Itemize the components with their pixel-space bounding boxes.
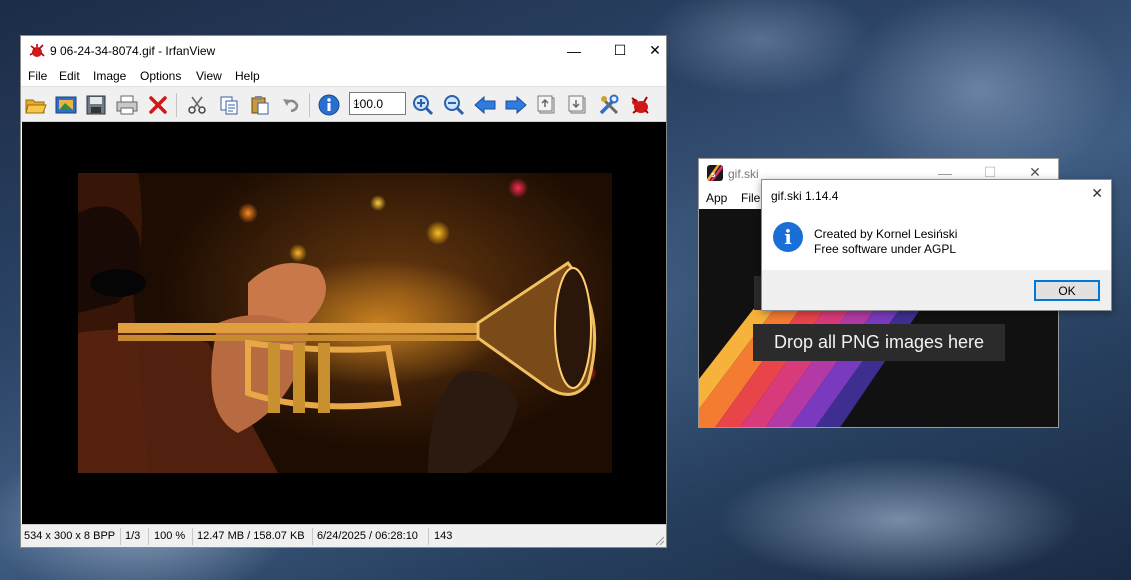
cut-icon[interactable]	[185, 93, 209, 117]
menu-image[interactable]: Image	[93, 69, 126, 83]
save-icon[interactable]	[84, 93, 108, 117]
status-separator	[312, 528, 313, 545]
ok-button[interactable]: OK	[1034, 280, 1100, 301]
status-zoom: 100 %	[154, 530, 186, 542]
status-separator	[192, 528, 193, 545]
menu-edit[interactable]: Edit	[59, 69, 80, 83]
irfanview-toolbar: 100.0 ⌵	[21, 86, 666, 122]
irfanview-window: 9 06-24-34-8074.gif - IrfanView — ☐ ✕ Fi…	[20, 35, 667, 548]
dialog-credit-text: Created by Kornel Lesiński	[814, 227, 958, 241]
menu-help[interactable]: Help	[235, 69, 260, 83]
irfanview-app-icon	[29, 44, 45, 57]
svg-text:s: s	[711, 170, 716, 179]
settings-tools-icon[interactable]	[597, 93, 621, 117]
status-separator	[148, 528, 149, 545]
close-button[interactable]: ✕	[643, 36, 667, 65]
image-viewport[interactable]	[22, 122, 666, 524]
undo-icon[interactable]	[279, 93, 303, 117]
dialog-close-icon[interactable]: ✕	[1091, 185, 1103, 202]
irfanview-titlebar[interactable]: 9 06-24-34-8074.gif - IrfanView — ☐ ✕	[21, 36, 666, 65]
irfanview-logo-icon[interactable]	[628, 93, 652, 117]
previous-arrow-icon[interactable]	[473, 93, 497, 117]
zoom-out-icon[interactable]	[442, 93, 466, 117]
status-extra: 143	[434, 530, 453, 542]
menu-file[interactable]: File	[28, 69, 47, 83]
minimize-button[interactable]: —	[551, 36, 597, 65]
toolbar-separator	[176, 93, 177, 117]
drop-images-label: Drop all PNG images here	[753, 324, 1005, 361]
status-separator	[428, 528, 429, 545]
status-separator	[120, 528, 121, 545]
last-page-icon[interactable]	[566, 93, 590, 117]
open-folder-icon[interactable]	[24, 93, 48, 117]
irfanview-menubar: File Edit Image Options View Help	[21, 65, 666, 86]
gifski-title: gif.ski	[728, 167, 759, 181]
about-dialog: gif.ski 1.14.4 ✕ i Created by Kornel Les…	[761, 179, 1112, 311]
gifski-app-icon: s	[707, 165, 723, 181]
menu-view[interactable]: View	[196, 69, 222, 83]
dialog-footer: OK	[762, 270, 1111, 310]
zoom-combobox[interactable]: 100.0 ⌵	[349, 92, 406, 115]
trumpet-photo	[78, 173, 612, 473]
gifski-menu-file[interactable]: File	[741, 191, 760, 205]
gifski-menu-app[interactable]: App	[706, 191, 727, 205]
dialog-license-text: Free software under AGPL	[814, 242, 957, 256]
chevron-down-icon[interactable]: ⌵	[353, 98, 402, 109]
next-arrow-icon[interactable]	[504, 93, 528, 117]
info-icon[interactable]	[317, 93, 341, 117]
trumpet-photo-drawing	[78, 173, 597, 473]
delete-icon[interactable]	[146, 93, 170, 117]
status-dimensions: 534 x 300 x 8 BPP	[24, 530, 116, 542]
slideshow-icon[interactable]	[54, 93, 78, 117]
copy-icon[interactable]	[217, 93, 241, 117]
info-icon: i	[773, 222, 803, 252]
resize-grip-icon[interactable]	[655, 536, 665, 546]
irfanview-statusbar: 534 x 300 x 8 BPP 1/3 100 % 12.47 MB / 1…	[21, 524, 666, 547]
paste-icon[interactable]	[248, 93, 272, 117]
maximize-button[interactable]: ☐	[597, 36, 643, 65]
status-frame: 1/3	[125, 530, 141, 542]
status-datetime: 6/24/2025 / 06:28:10	[317, 530, 418, 542]
first-page-icon[interactable]	[535, 93, 559, 117]
irfanview-title: 9 06-24-34-8074.gif - IrfanView	[50, 44, 216, 58]
toolbar-separator	[309, 93, 310, 117]
menu-options[interactable]: Options	[140, 69, 181, 83]
status-size: 12.47 MB / 158.07 KB	[197, 530, 305, 542]
zoom-in-icon[interactable]	[411, 93, 435, 117]
dialog-title: gif.ski 1.14.4	[771, 189, 839, 203]
print-icon[interactable]	[115, 93, 139, 117]
